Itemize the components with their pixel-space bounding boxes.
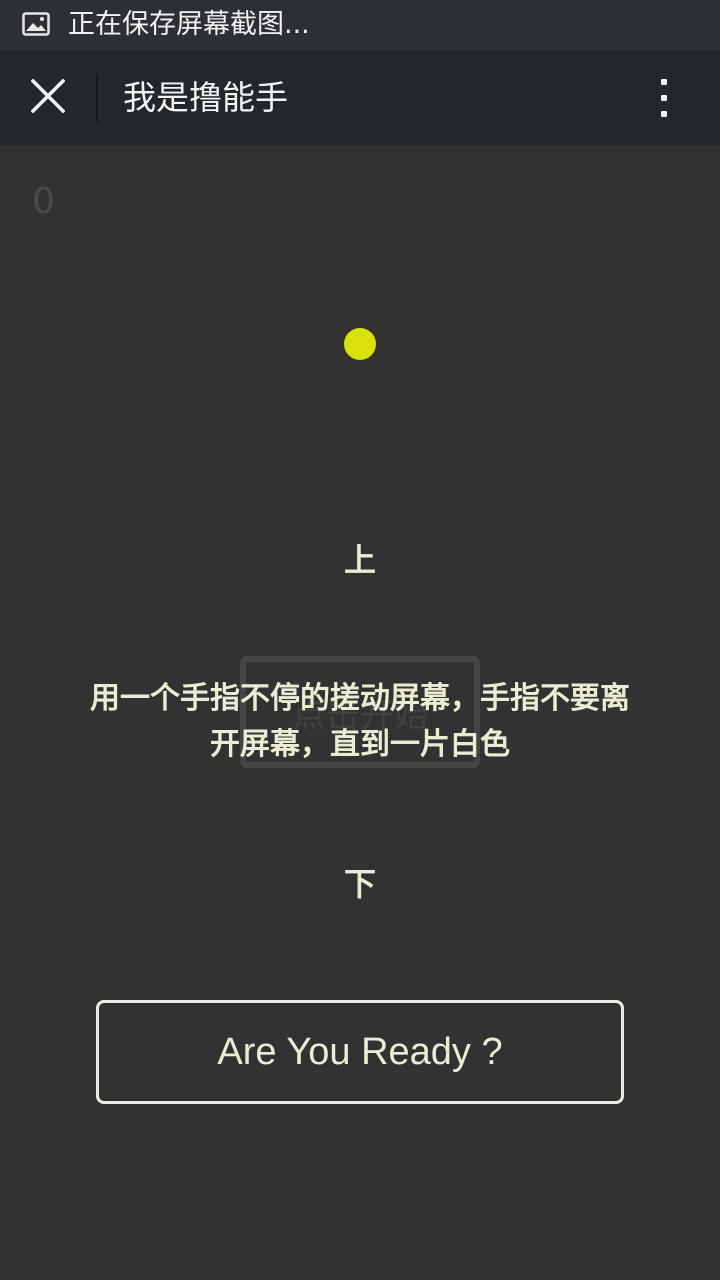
close-icon <box>30 78 66 117</box>
label-up: 上 <box>343 541 376 579</box>
page-title: 我是撸能手 <box>123 78 288 117</box>
game-ball <box>344 328 376 360</box>
status-text: 正在保存屏幕截图... <box>68 9 310 40</box>
status-bar: 正在保存屏幕截图... <box>0 0 720 50</box>
screen: 正在保存屏幕截图... 我是撸能手 0 上 点击开始 用一个手指不停的搓动屏幕，… <box>0 0 720 1280</box>
title-divider <box>96 74 98 122</box>
close-button[interactable] <box>20 70 76 126</box>
ready-button[interactable]: Are You Ready ? <box>96 1000 624 1104</box>
more-vertical-icon <box>661 79 667 85</box>
title-bar: 我是撸能手 <box>0 50 720 145</box>
label-down: 下 <box>343 865 376 903</box>
score-counter: 0 <box>32 181 55 222</box>
more-button[interactable] <box>640 70 688 126</box>
image-icon <box>22 12 50 36</box>
instruction-text: 用一个手指不停的搓动屏幕，手指不要离开屏幕，直到一片白色 <box>90 681 630 762</box>
